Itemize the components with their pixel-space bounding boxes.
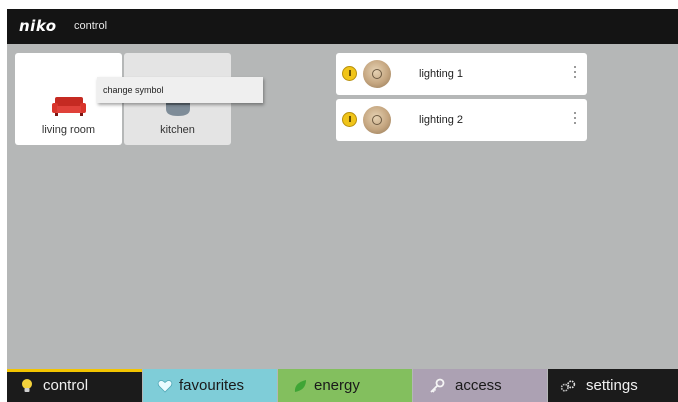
dimmer-knob-icon[interactable]: [363, 106, 391, 134]
room-label: kitchen: [160, 124, 195, 136]
context-menu: change symbol: [97, 77, 263, 103]
tab-label: control: [43, 377, 89, 394]
app-title: control: [74, 20, 108, 32]
top-bar: niko control: [7, 9, 678, 44]
light-row[interactable]: lighting 2: [336, 99, 587, 141]
room-label: living room: [41, 124, 96, 136]
tab-label: favourites: [179, 377, 245, 394]
bottom-nav: control favourites energy access setting…: [7, 369, 678, 402]
tab-control[interactable]: control: [7, 369, 142, 402]
tab-energy[interactable]: energy: [278, 369, 412, 402]
tab-label: energy: [314, 377, 360, 394]
tab-favourites[interactable]: favourites: [143, 369, 277, 402]
sofa-icon: [52, 97, 86, 116]
tab-access[interactable]: access: [413, 369, 547, 402]
key-icon: [430, 378, 445, 393]
tab-label: access: [455, 377, 502, 394]
kitchen-icon: [166, 103, 190, 116]
tab-label: settings: [586, 377, 638, 394]
light-row[interactable]: lighting 1: [336, 53, 587, 95]
heart-icon: [157, 380, 173, 393]
light-label: lighting 1: [419, 68, 464, 80]
leaf-icon: [294, 380, 306, 392]
change-symbol-menu-item[interactable]: change symbol: [103, 85, 164, 95]
more-options-icon[interactable]: [573, 66, 577, 82]
gears-icon: [560, 380, 576, 392]
dimmer-knob-icon[interactable]: [363, 60, 391, 88]
light-label: lighting 2: [419, 114, 464, 126]
power-icon[interactable]: [342, 66, 357, 81]
tab-settings[interactable]: settings: [548, 369, 678, 402]
power-icon[interactable]: [342, 112, 357, 127]
app-screen: niko control living room kitchen change …: [7, 9, 678, 402]
more-options-icon[interactable]: [573, 112, 577, 128]
bulb-icon: [22, 379, 32, 392]
brand-logo: niko: [19, 17, 57, 35]
